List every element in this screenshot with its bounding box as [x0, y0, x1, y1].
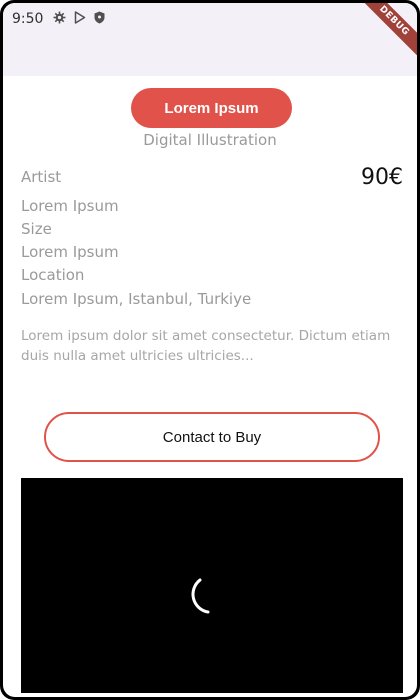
artist-value: Lorem Ipsum — [21, 197, 119, 215]
debug-banner: DEBUG — [349, 3, 417, 66]
location-label: Location — [21, 266, 85, 284]
artwork-price: 90€ — [361, 165, 403, 190]
size-value: Lorem Ipsum — [21, 243, 119, 261]
artwork-category: Digital Illustration — [143, 131, 277, 149]
status-icons — [53, 11, 105, 24]
contact-to-buy-button[interactable]: Contact to Buy — [44, 412, 380, 462]
app-screen: 9:50 DEBUG Lorem Ipsum Digital Illustrat… — [3, 3, 417, 697]
play-store-icon — [74, 11, 86, 24]
device-frame: 9:50 DEBUG Lorem Ipsum Digital Illustrat… — [0, 0, 420, 700]
app-bar: 9:50 DEBUG — [3, 3, 417, 76]
location-value: Lorem Ipsum, Istanbul, Turkiye — [21, 290, 252, 308]
artwork-name-badge: Lorem Ipsum — [131, 88, 292, 128]
artwork-description: Lorem ipsum dolor sit amet consectetur. … — [21, 328, 391, 364]
status-time: 9:50 — [12, 11, 44, 27]
loading-spinner-icon — [186, 574, 226, 622]
artist-label: Artist — [21, 168, 62, 186]
shield-icon — [94, 11, 105, 24]
video-player[interactable] — [21, 478, 403, 693]
size-label: Size — [21, 220, 52, 238]
gear-icon — [53, 11, 66, 24]
